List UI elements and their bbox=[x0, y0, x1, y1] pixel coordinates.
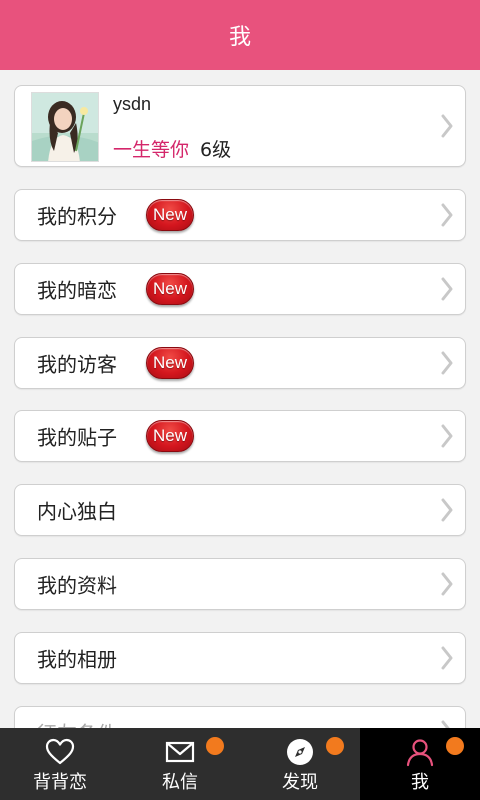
person-icon bbox=[406, 739, 434, 767]
chevron-right-icon bbox=[441, 277, 453, 301]
new-badge: New bbox=[146, 273, 194, 305]
menu-item-label: 内心独白 bbox=[37, 499, 117, 524]
avatar[interactable] bbox=[31, 92, 99, 162]
menu-item-visitors[interactable]: 我的访客 New bbox=[14, 337, 466, 389]
chevron-right-icon bbox=[441, 498, 453, 522]
menu-item-monologue[interactable]: 内心独白 bbox=[14, 484, 466, 536]
menu-item-profile-info[interactable]: 我的资料 bbox=[14, 558, 466, 610]
menu-item-label: 我的暗恋 bbox=[37, 278, 117, 303]
chevron-right-icon bbox=[441, 424, 453, 448]
new-badge: New bbox=[146, 420, 194, 452]
tab-messages[interactable]: 私信 bbox=[120, 728, 240, 800]
menu-item-label: 我的积分 bbox=[37, 204, 117, 229]
menu-item-crush[interactable]: 我的暗恋 New bbox=[14, 263, 466, 315]
tab-me[interactable]: 我 bbox=[360, 728, 480, 800]
compass-icon bbox=[287, 739, 313, 765]
chevron-right-icon bbox=[441, 646, 453, 670]
menu-item-label: 征友条件 bbox=[37, 718, 117, 729]
title-bar: 我 bbox=[0, 0, 480, 70]
notification-dot bbox=[326, 737, 344, 755]
heart-icon bbox=[45, 738, 75, 765]
content-scroll[interactable]: ysdn 一生等你 6级 我的积分 New 我的暗恋 New 我的访客 New … bbox=[0, 70, 480, 728]
level-text: 6级 bbox=[200, 139, 232, 161]
motto-text: 一生等你 bbox=[113, 139, 190, 161]
menu-item-album[interactable]: 我的相册 bbox=[14, 632, 466, 684]
profile-card[interactable]: ysdn 一生等你 6级 bbox=[14, 85, 466, 167]
tab-label: 我 bbox=[411, 772, 429, 793]
notification-dot bbox=[206, 737, 224, 755]
menu-item-posts[interactable]: 我的贴子 New bbox=[14, 410, 466, 462]
chevron-right-icon bbox=[441, 572, 453, 596]
tab-discover[interactable]: 发现 bbox=[240, 728, 360, 800]
bottom-tab-bar: 背背恋 私信 发现 我 bbox=[0, 728, 480, 800]
chevron-right-icon bbox=[441, 720, 450, 728]
new-badge: New bbox=[146, 347, 194, 379]
menu-item-label: 我的相册 bbox=[37, 647, 117, 672]
tab-label: 背背恋 bbox=[33, 772, 87, 793]
menu-item-label: 我的贴子 bbox=[37, 425, 117, 450]
tab-label: 发现 bbox=[282, 772, 318, 793]
new-badge: New bbox=[146, 199, 194, 231]
menu-item-label: 我的访客 bbox=[37, 352, 117, 377]
tab-home[interactable]: 背背恋 bbox=[0, 728, 120, 800]
menu-item-label: 我的资料 bbox=[37, 573, 117, 598]
username: ysdn bbox=[113, 94, 152, 114]
menu-item-points[interactable]: 我的积分 New bbox=[14, 189, 466, 241]
page-title: 我 bbox=[228, 25, 251, 50]
chevron-right-icon bbox=[441, 203, 453, 227]
menu-item-dating-criteria[interactable]: 征友条件 bbox=[14, 706, 466, 728]
mail-icon bbox=[165, 741, 195, 763]
chevron-right-icon bbox=[441, 114, 453, 138]
tab-label: 私信 bbox=[162, 772, 198, 793]
chevron-right-icon bbox=[441, 351, 453, 375]
notification-dot bbox=[446, 737, 464, 755]
